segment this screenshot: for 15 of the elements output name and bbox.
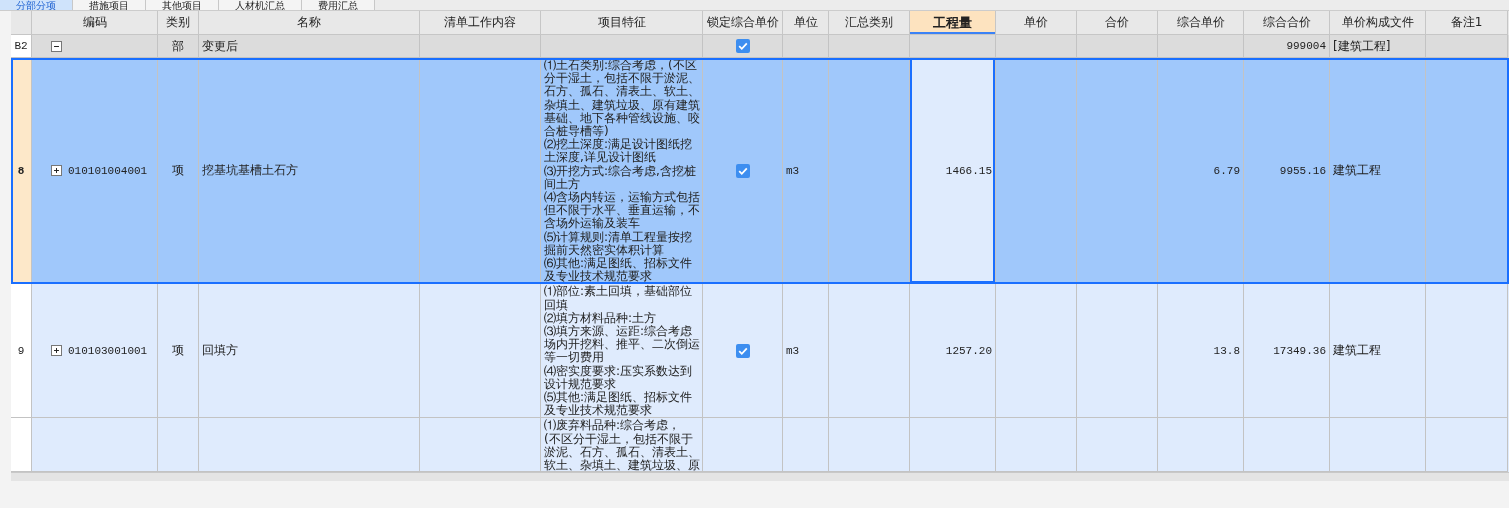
table-row[interactable]: B2 部 变更后 999004 [建筑工程] <box>11 35 1509 58</box>
table-cell: 1466.15 <box>910 58 996 285</box>
table-cell: 010103001001 <box>68 344 148 357</box>
table-row[interactable]: 9 010103001001 项 回填方 ⑴部位:素土回填，基础部位回填 ⑵填方材料品种:土方 ⑶填方来源、运距:综合考虑场内开挖料、推平、二次倒运等一切费用 ⑷密实度要求:压实系数达到设计规范要求 ⑸其他:满足图纸、招标文件及专业技术规范要求 m3 1257.20 13.8 17349.36 建筑工程 <box>11 284 1509 419</box>
tab[interactable]: 人材机汇总 <box>219 0 302 10</box>
tab[interactable]: 费用汇总 <box>302 0 375 10</box>
column-header[interactable]: 工程量 <box>910 11 996 35</box>
row-header[interactable]: B2 <box>11 35 32 58</box>
table-row[interactable]: ⑴废弃料品种:综合考虑， (不区分干湿土，包括不限于淤泥、石方、孤石、清表土、软土、杂填土、建筑垃圾、原 <box>11 418 1509 473</box>
tab[interactable]: 措施项目 <box>73 0 146 10</box>
table-cell: 010101004001 <box>68 164 148 177</box>
row-header[interactable]: 9 <box>11 284 32 419</box>
tab[interactable]: 其他项目 <box>146 0 219 10</box>
row-header[interactable]: 8 <box>11 58 32 285</box>
tab[interactable]: 分部分项 <box>0 0 73 10</box>
